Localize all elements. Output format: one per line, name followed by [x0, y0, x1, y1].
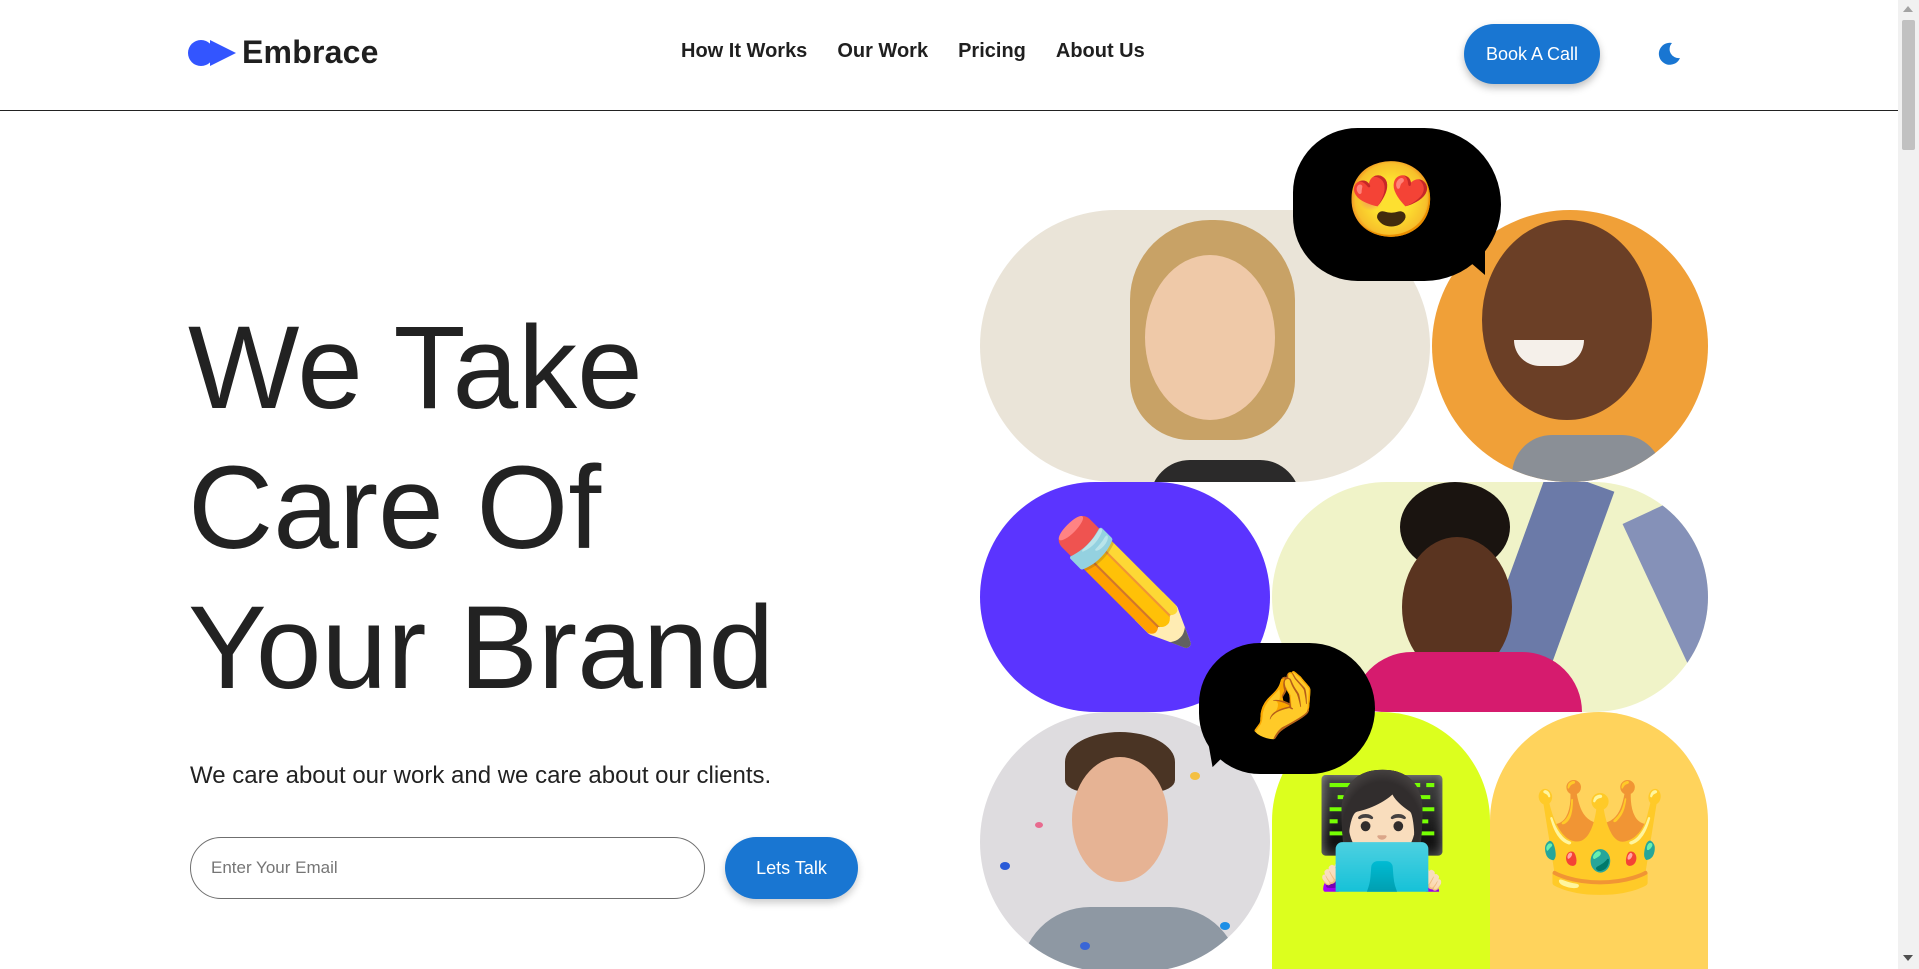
brand-name: Embrace: [242, 34, 379, 70]
face-shape: [1072, 757, 1168, 882]
email-input[interactable]: [190, 837, 705, 899]
brand[interactable]: Embrace: [188, 34, 379, 71]
site-header: Embrace How It Works Our Work Pricing Ab…: [0, 0, 1898, 111]
lets-talk-button[interactable]: Lets Talk: [725, 837, 858, 899]
shirt-shape: [1512, 435, 1662, 482]
play-dot-logo-icon: [188, 36, 236, 70]
face-shape: [1145, 255, 1275, 420]
hero-title: We Take Care Of Your Brand: [188, 298, 774, 718]
page-scrollbar[interactable]: [1898, 0, 1919, 969]
shirt-shape: [1020, 907, 1240, 969]
crown-tile: 👑: [1490, 712, 1708, 969]
moon-icon[interactable]: [1655, 40, 1683, 68]
background-stripe: [1622, 498, 1708, 706]
hero-title-line: Care Of: [188, 442, 602, 574]
scroll-down-arrow-icon[interactable]: [1903, 955, 1913, 961]
logo-triangle: [210, 39, 236, 66]
nav-link-our-work[interactable]: Our Work: [837, 40, 928, 63]
pencil-icon: ✏️: [1050, 515, 1200, 649]
hero-title-line: We Take: [188, 302, 643, 434]
nav-link-pricing[interactable]: Pricing: [958, 40, 1026, 63]
nav-link-how-it-works[interactable]: How It Works: [681, 40, 807, 63]
shirt-shape: [1150, 460, 1300, 482]
crown-icon: 👑: [1531, 775, 1669, 898]
hero-title-line: Your Brand: [188, 582, 775, 714]
woman-laptop-icon: 👩🏻‍💻: [1313, 770, 1451, 893]
shirt-shape: [1352, 652, 1582, 712]
page: Embrace How It Works Our Work Pricing Ab…: [0, 0, 1919, 969]
heart-eyes-icon: 😍: [1345, 158, 1438, 241]
book-a-call-button[interactable]: Book A Call: [1464, 24, 1600, 84]
confetti-dot: [1000, 862, 1010, 870]
confetti-dot: [1220, 922, 1230, 930]
confetti-dot: [1190, 772, 1200, 780]
scroll-thumb[interactable]: [1902, 20, 1915, 150]
pinched-fingers-icon: 🤌: [1242, 667, 1326, 741]
nav-link-about-us[interactable]: About Us: [1056, 40, 1145, 63]
speech-bubble-tail: [1450, 245, 1485, 275]
face-shape: [1482, 220, 1652, 420]
main-nav: How It Works Our Work Pricing About Us: [681, 40, 1145, 63]
hero-subtitle: We care about our work and we care about…: [190, 762, 772, 789]
scroll-up-arrow-icon[interactable]: [1903, 6, 1913, 12]
confetti-dot: [1080, 942, 1090, 950]
confetti-dot: [1035, 822, 1043, 828]
